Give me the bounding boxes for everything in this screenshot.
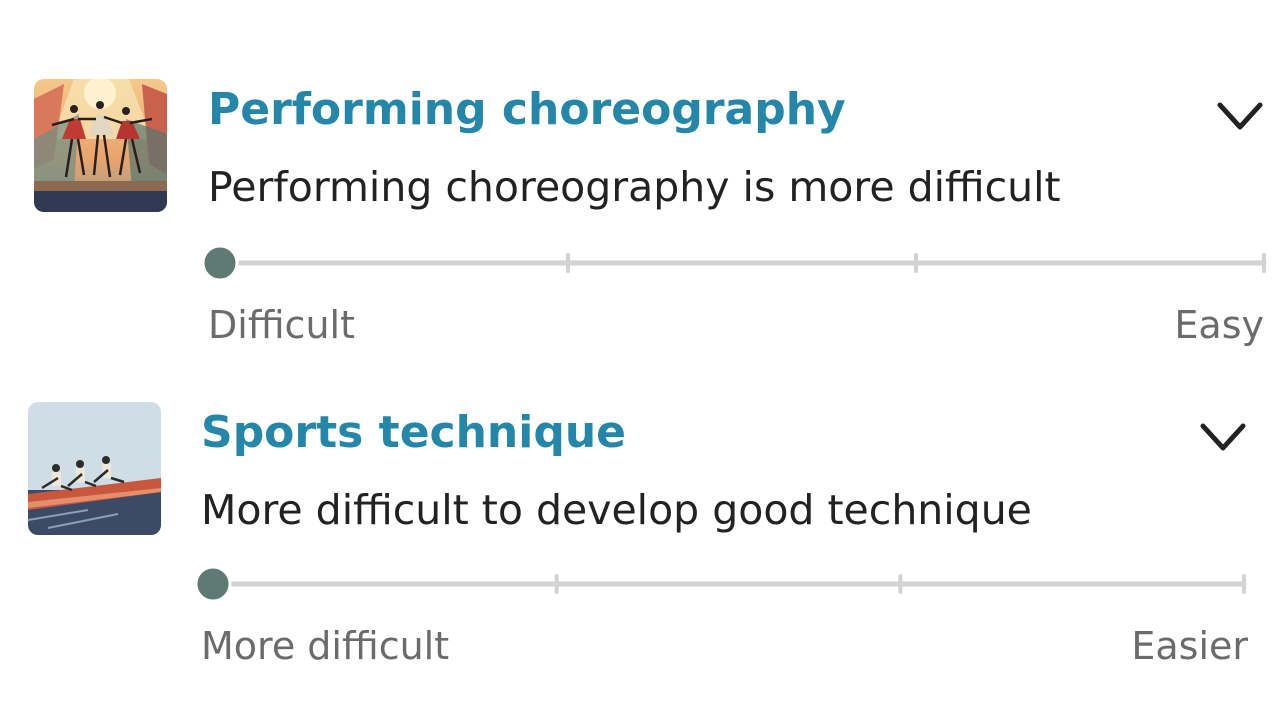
chevron-down-icon[interactable] [1197,418,1249,458]
slider-thumb[interactable] [194,565,232,603]
slider-min-label: More difficult [201,624,450,668]
rowing-illustration [28,402,161,535]
slider-min-label: Difficult [208,303,355,347]
chevron-down-icon[interactable] [1214,97,1266,137]
slider-thumb[interactable] [201,244,239,282]
difficulty-slider[interactable] [200,243,1270,283]
question-subtitle: More difficult to develop good technique [201,486,1032,534]
dancers-illustration [34,79,167,212]
question-subtitle: Performing choreography is more difficul… [208,163,1061,211]
technique-slider[interactable] [193,564,1250,604]
question-title: Sports technique [201,407,627,458]
question-card-choreography: Performing choreography Performing chore… [0,0,1280,360]
slider-max-label: Easier [1131,624,1248,668]
slider-max-label: Easy [1174,303,1264,347]
question-title: Performing choreography [208,84,846,135]
question-card-sports-technique: Sports technique More difficult to devel… [0,360,1280,720]
